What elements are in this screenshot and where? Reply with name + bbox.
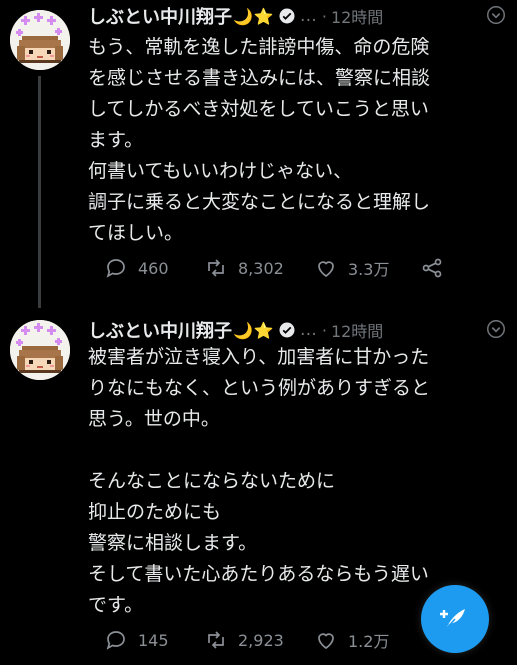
reply-count: 145 [138,630,169,650]
tweet-1[interactable]: しぶとい中川翔子 🌙 ⭐ … · 12時間 もう、常軌を逸した誹謗中傷、命の危険… [0,0,517,308]
like-button[interactable]: 1.2万 [314,628,389,652]
name-ellipsis: … [299,320,317,340]
heart-icon [318,261,334,278]
chevron-down-icon[interactable] [485,4,507,26]
moon-emoji: 🌙 [233,320,253,340]
separator: · [321,320,327,340]
retweet-icon [208,631,224,649]
author-name[interactable]: しぶとい中川翔子 [88,317,232,343]
avatar[interactable] [10,320,70,380]
author-name[interactable]: しぶとい中川翔子 [88,3,232,29]
chevron-down-icon[interactable] [485,318,507,340]
verified-badge-icon [279,322,295,338]
like-count: 1.2万 [348,632,390,651]
separator: · [321,6,327,26]
retweet-count: 2,923 [238,630,284,650]
compose-feather-icon [440,609,465,630]
star-emoji: ⭐ [253,320,274,340]
name-ellipsis: … [299,6,317,26]
star-emoji: ⭐ [253,6,274,26]
like-button[interactable]: 3.3万 [314,256,389,280]
retweet-icon [208,259,224,277]
timestamp[interactable]: 12時間 [331,4,383,28]
reply-count: 460 [138,258,169,278]
avatar[interactable] [10,10,70,70]
compose-button[interactable] [421,585,489,653]
retweet-count: 8,302 [238,258,284,278]
reply-button[interactable]: 460 [104,256,169,280]
moon-emoji: 🌙 [233,6,253,26]
tweet-text: もう、常軌を逸した誹謗中傷、命の危険 を感じさせる書き込みには、警察に相談 して… [88,36,431,244]
reply-icon [106,259,125,278]
share-icon [422,258,442,278]
reply-button[interactable]: 145 [104,628,169,652]
retweet-button[interactable]: 2,923 [204,628,284,652]
like-count: 3.3万 [348,260,390,279]
tweet-header: しぶとい中川翔子 🌙 ⭐ … · 12時間 [88,2,507,30]
verified-badge-icon [279,8,295,24]
share-button[interactable] [420,256,444,280]
tweet-actions: 460 8,302 3.3万 [104,256,464,282]
tweet-header: しぶとい中川翔子 🌙 ⭐ … · 12時間 [88,316,507,344]
reply-icon [106,631,125,650]
retweet-button[interactable]: 8,302 [204,256,284,280]
thread-line [38,76,41,308]
tweet-text: 被害者が泣き寝入り、加害者に甘かった りなにもなく、という例がありすぎると 思う… [88,346,431,616]
heart-icon [318,633,334,650]
timestamp[interactable]: 12時間 [331,318,383,342]
tweet-actions: 145 2,923 1.2万 [104,628,424,654]
